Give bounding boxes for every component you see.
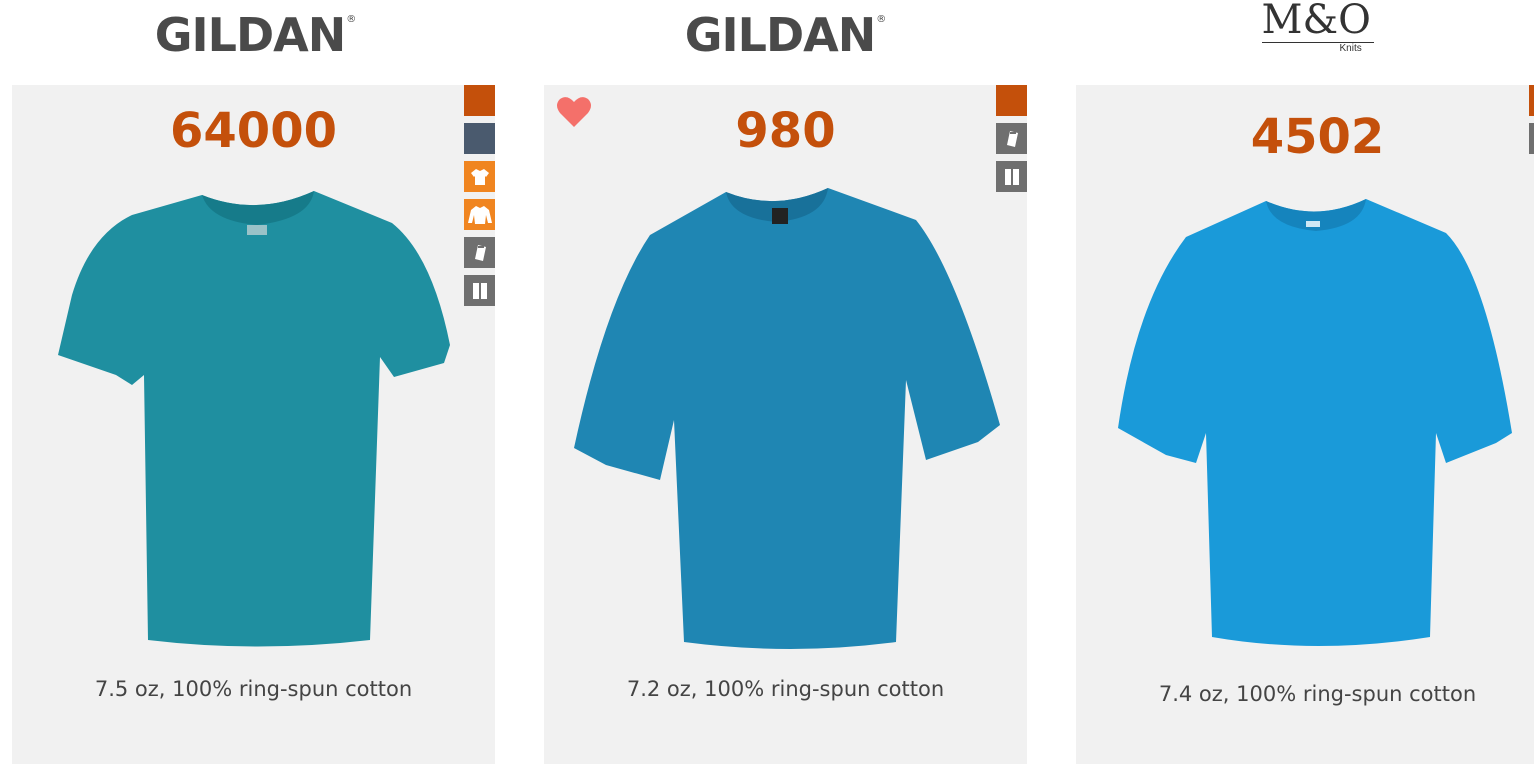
tag-icon[interactable] bbox=[464, 237, 495, 268]
product-card-64000[interactable]: 64000 7.5 oz, 100% ring-spun cotton bbox=[12, 85, 495, 764]
tshirt-image[interactable] bbox=[566, 180, 1006, 660]
long-sleeve-icon[interactable] bbox=[464, 199, 495, 230]
product-description: 7.2 oz, 100% ring-spun cotton bbox=[626, 677, 945, 701]
color-swatch-icon[interactable] bbox=[464, 85, 495, 116]
tag-icon[interactable] bbox=[996, 123, 1027, 154]
brand-logo-gildan[interactable]: GILDAN® bbox=[680, 0, 890, 70]
product-card-4502[interactable]: 4502 7.4 oz, 100% ring-spun cotton bbox=[1076, 85, 1534, 764]
product-description: 7.5 oz, 100% ring-spun cotton bbox=[94, 677, 413, 701]
color-swatch-icon[interactable] bbox=[1529, 85, 1534, 116]
style-number: 64000 bbox=[170, 103, 337, 159]
style-number: 4502 bbox=[1250, 109, 1385, 165]
tshirt-image[interactable] bbox=[52, 185, 462, 655]
pause-icon[interactable] bbox=[996, 161, 1027, 192]
product-card-980[interactable]: 980 7.2 oz, 100% ring-spun cotton bbox=[544, 85, 1027, 764]
brand-logo-mo-knits[interactable]: M&O Knits bbox=[1255, 0, 1380, 70]
favorite-heart-icon[interactable] bbox=[556, 95, 592, 129]
brand-name: GILDAN® bbox=[154, 8, 356, 62]
icon-stack bbox=[1529, 85, 1534, 161]
brand-name: GILDAN® bbox=[684, 8, 886, 62]
brand-logo-gildan[interactable]: GILDAN® bbox=[150, 0, 360, 70]
icon-stack bbox=[996, 85, 1027, 199]
pause-icon[interactable] bbox=[464, 275, 495, 306]
gray-swatch-icon[interactable] bbox=[1529, 123, 1534, 154]
style-number: 980 bbox=[735, 103, 836, 159]
gray-swatch-icon[interactable] bbox=[464, 123, 495, 154]
tshirt-icon[interactable] bbox=[464, 161, 495, 192]
icon-stack bbox=[464, 85, 495, 313]
brand-name: M&O Knits bbox=[1261, 0, 1374, 54]
tshirt-image[interactable] bbox=[1116, 193, 1516, 653]
product-description: 7.4 oz, 100% ring-spun cotton bbox=[1158, 682, 1477, 706]
color-swatch-icon[interactable] bbox=[996, 85, 1027, 116]
